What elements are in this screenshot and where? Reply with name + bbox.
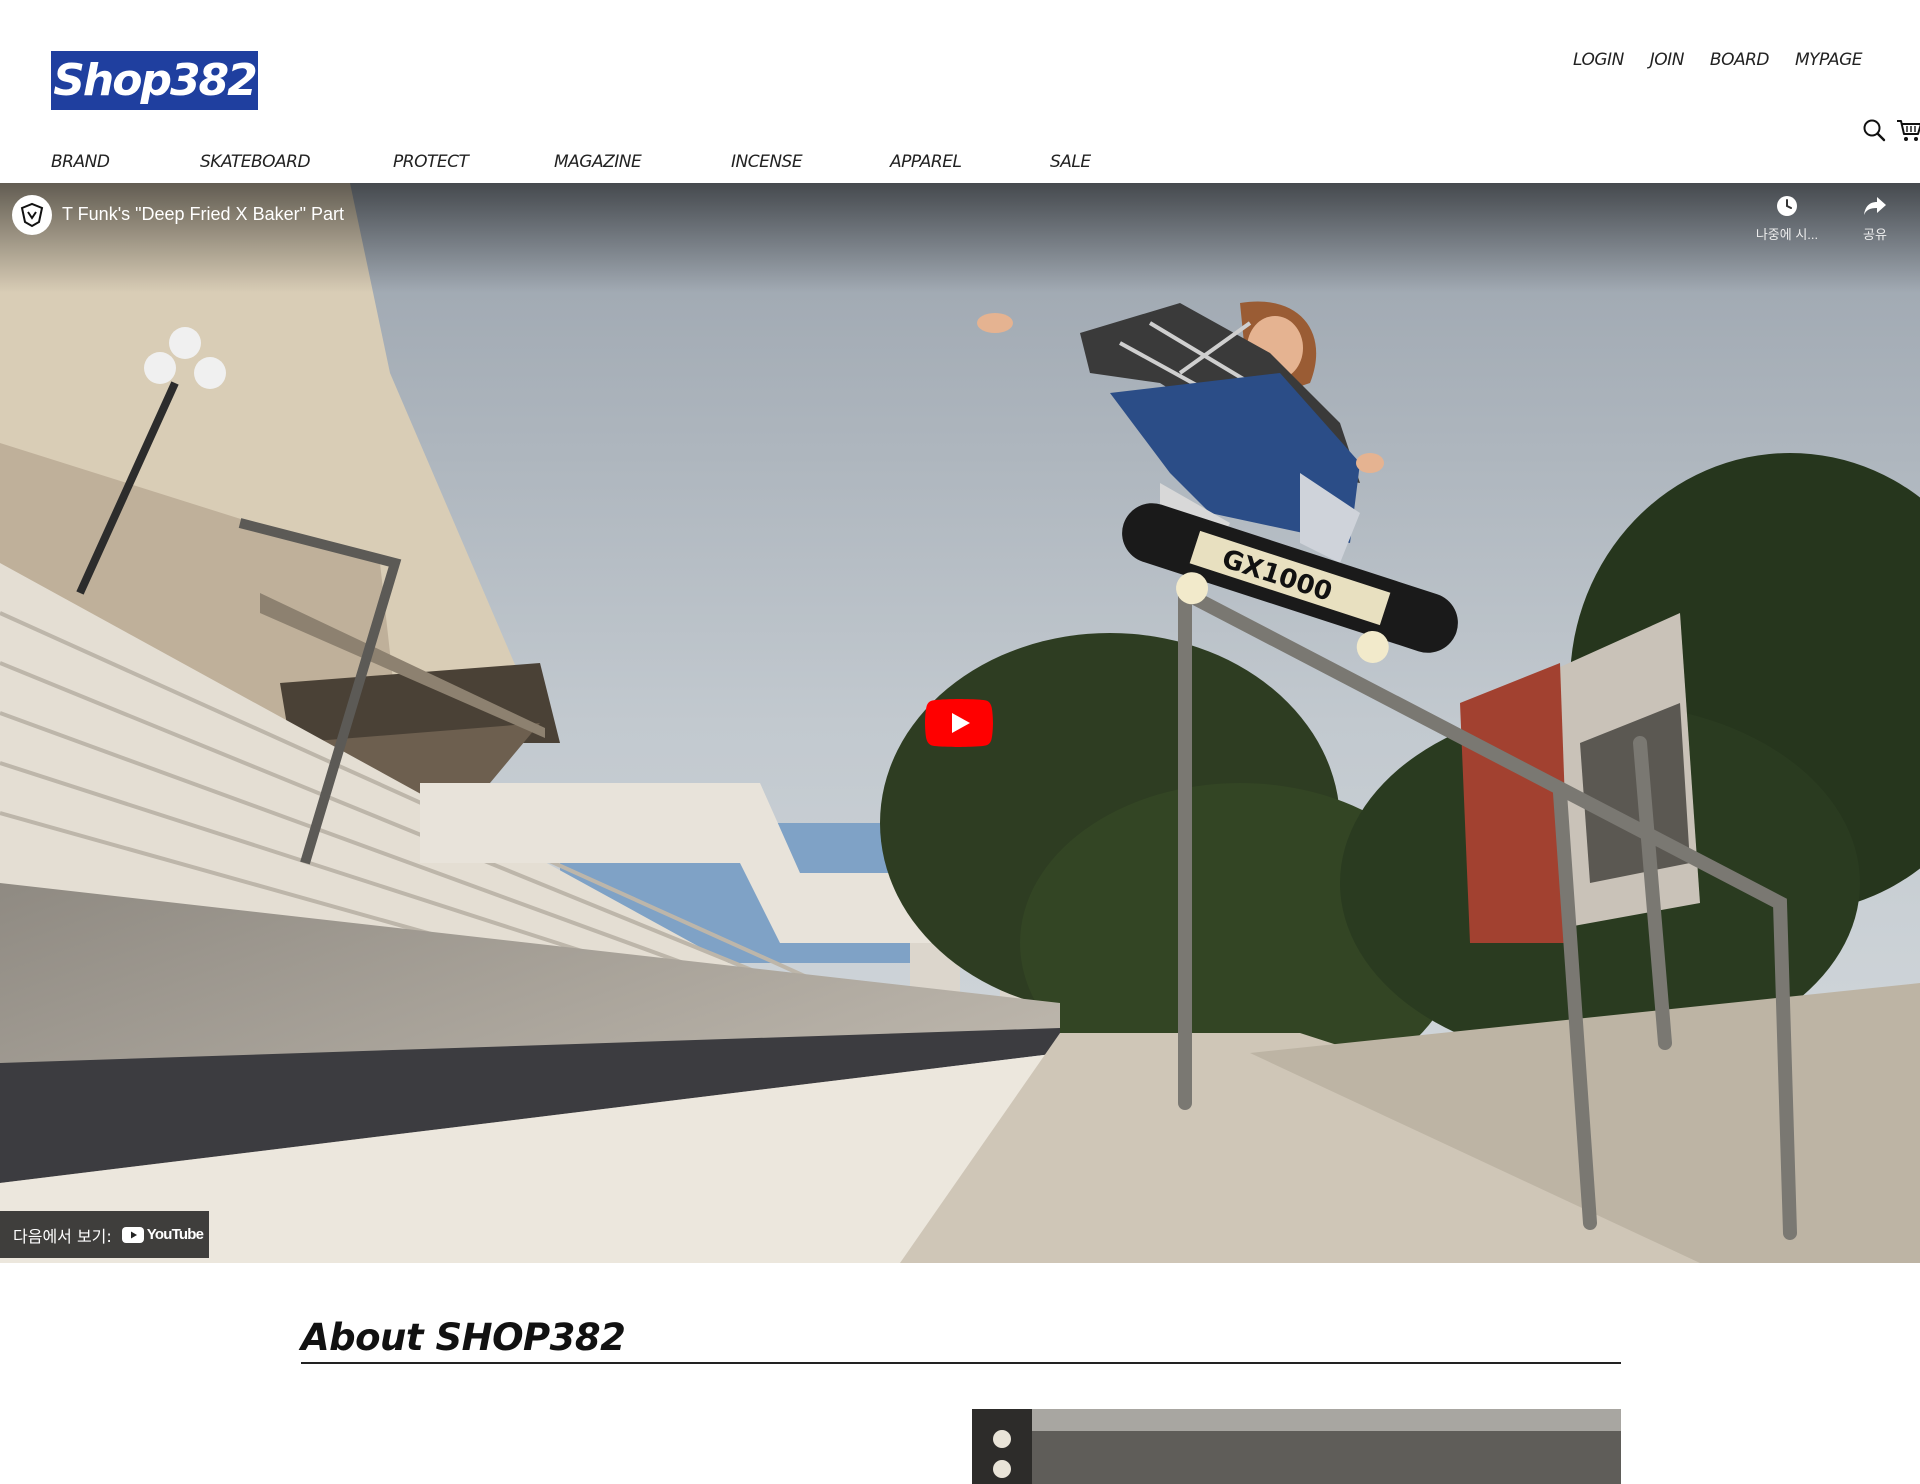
share-icon [1864,197,1886,215]
watch-later-label: 나중에 시... [1755,227,1819,242]
nav-skateboard[interactable]: SKATEBOARD [200,152,311,172]
board-link[interactable]: BOARD [1710,50,1770,70]
nav-incense[interactable]: INCENSE [731,152,803,172]
utility-nav: LOGIN JOIN BOARD MYPAGE [1573,50,1862,70]
youtube-video-embed[interactable]: GX1000 T Funk's "Deep Fried X Baker" Par… [0,183,1920,1263]
share-button[interactable]: 공유 [1830,195,1920,243]
logo-text: Shop382 [53,55,258,106]
join-link[interactable]: JOIN [1650,50,1685,70]
mypage-link[interactable]: MYPAGE [1795,50,1863,70]
about-divider [301,1362,1621,1364]
play-icon [925,699,993,747]
channel-avatar[interactable] [12,195,52,235]
nav-brand[interactable]: BRAND [51,152,110,172]
nav-magazine[interactable]: MAGAZINE [554,152,642,172]
watch-later-button[interactable]: 나중에 시... [1742,195,1832,243]
video-title[interactable]: T Funk's "Deep Fried X Baker" Part [62,204,344,225]
about-photo [972,1409,1621,1484]
watch-on-youtube-button[interactable]: 다음에서 보기: YouTube [0,1211,209,1258]
login-link[interactable]: LOGIN [1573,50,1624,70]
nav-sale[interactable]: SALE [1050,152,1091,172]
header-icons [1860,118,1920,144]
play-button[interactable] [925,699,993,747]
share-label: 공유 [1863,227,1887,242]
site-logo[interactable]: Shop382 [51,51,258,110]
search-icon[interactable] [1862,118,1886,147]
youtube-wordmark: YouTube [146,1226,204,1243]
nav-protect[interactable]: PROTECT [393,152,469,172]
about-title: About SHOP382 [301,1316,626,1359]
site-header: Shop382 LOGIN JOIN BOARD MYPAGE BRAND SK… [0,0,1920,183]
nav-apparel[interactable]: APPAREL [890,152,962,172]
cart-icon[interactable] [1896,118,1920,147]
youtube-icon [121,1226,144,1243]
clock-icon [1777,196,1797,216]
video-top-bar [0,183,1920,293]
youtube-logo: YouTube [121,1226,204,1243]
watch-on-label: 다음에서 보기: [13,1226,112,1246]
